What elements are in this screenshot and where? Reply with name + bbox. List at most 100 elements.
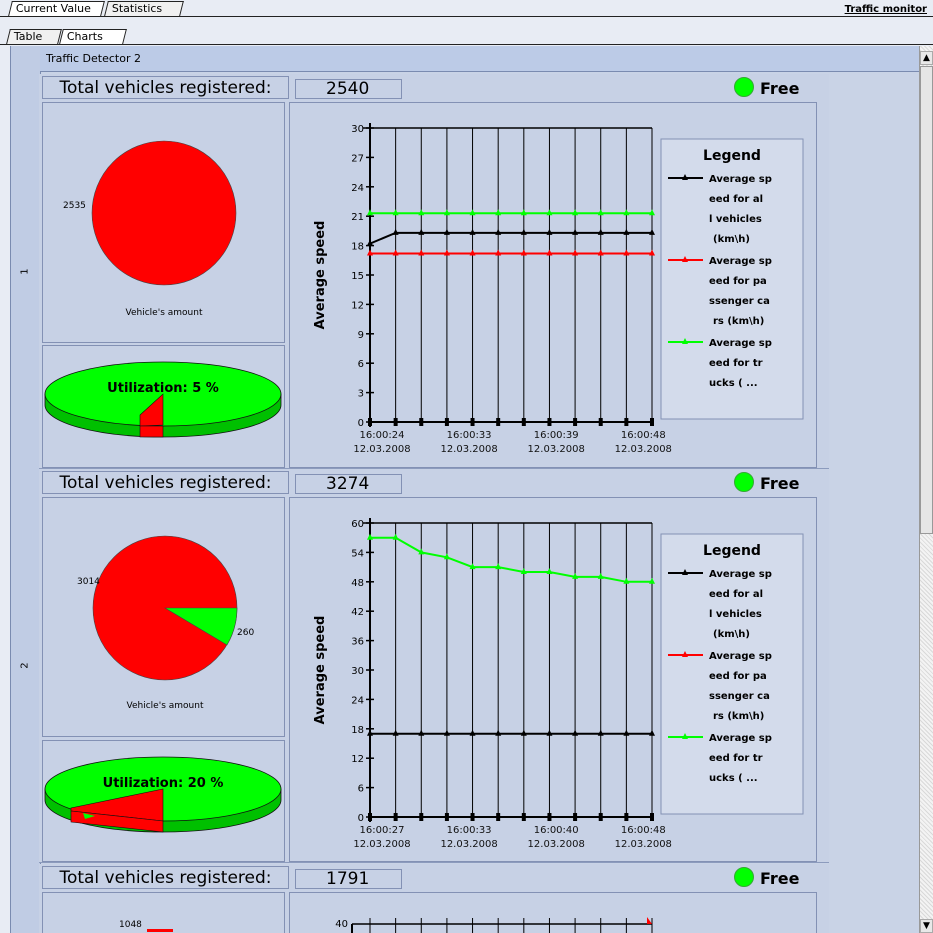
- legend-text: Average sp: [709, 338, 772, 349]
- x-tick-date: 12.03.2008: [353, 444, 410, 455]
- scroll-up-button[interactable]: ▲: [920, 51, 933, 65]
- legend-text: eed for tr: [709, 358, 763, 369]
- column-header: Traffic Detector 2: [40, 46, 920, 72]
- x-tick-date: 12.03.2008: [615, 444, 672, 455]
- legend-text: Average sp: [709, 651, 772, 662]
- y-tick-label: 12: [351, 300, 364, 311]
- status-indicator: Free: [734, 867, 800, 889]
- legend-title: Legend: [703, 148, 761, 164]
- detector-row: Total vehicles registered: 1791 Free 104…: [39, 864, 829, 933]
- status-text: Free: [760, 474, 800, 493]
- legend-text: Average sp: [709, 569, 772, 580]
- detector-row: Total vehicles registered: 2540 Free 253…: [39, 74, 829, 469]
- speed-line-chart: 302724211815129630Average speed16:00:241…: [313, 123, 804, 455]
- vertical-scrollbar[interactable]: ▲ ▼: [919, 46, 933, 933]
- sub-tab-strip: Table Charts: [0, 28, 933, 45]
- utilization-label: Utilization: 5 %: [107, 381, 219, 396]
- x-tick-time: 16:00:39: [534, 430, 579, 441]
- top-tab-strip: Current Value Statistics Traffic monitor: [0, 0, 933, 17]
- legend-text: rs (km\h): [713, 711, 764, 722]
- speed-chart-panel: 30 27 24 21 18 15 12 9 6 3 0 Average speed 16:00:24 1…: [289, 102, 817, 468]
- tab-label: Current Value: [15, 2, 91, 15]
- speed-chart-panel: 40: [289, 892, 817, 933]
- y-axis-label: Average speed: [313, 221, 328, 330]
- legend-text: eed for al: [709, 194, 763, 205]
- y-tick-label: 36: [351, 637, 364, 648]
- utilization-slice-side: [139, 425, 164, 438]
- legend-text: eed for pa: [709, 671, 767, 682]
- y-tick-label: 6: [358, 359, 364, 370]
- pie-caption: Vehicle's amount: [126, 308, 203, 318]
- y-tick-label: 24: [351, 695, 364, 706]
- x-tick-time: 16:00:48: [621, 430, 666, 441]
- tab-current-value[interactable]: Current Value: [8, 1, 105, 16]
- status-text: Free: [760, 869, 800, 888]
- vehicle-count-field: 2540: [295, 79, 402, 99]
- y-tick-label: 0: [358, 418, 364, 429]
- y-tick-label: 48: [351, 578, 364, 589]
- y-tick-label: 21: [351, 212, 364, 223]
- x-tick-date: 12.03.2008: [615, 839, 672, 850]
- y-tick-label: 9: [358, 330, 364, 341]
- speed-line-chart: 60544842363024181260Average speed16:00:2…: [313, 518, 804, 850]
- tab-label: Table: [13, 30, 43, 43]
- y-tick-label: 60: [351, 519, 364, 530]
- x-tick-date: 12.03.2008: [353, 839, 410, 850]
- vehicle-count-field: 1791: [295, 869, 402, 889]
- legend-text: l vehicles: [709, 609, 762, 620]
- series-line: [370, 536, 652, 583]
- vehicle-pie-chart: 1048: [119, 920, 173, 932]
- legend-text: eed for al: [709, 589, 763, 600]
- y-tick-label: 40: [335, 919, 348, 930]
- status-dot-icon: [734, 867, 754, 887]
- status-dot-icon: [734, 472, 754, 492]
- tab-charts[interactable]: Charts: [59, 29, 127, 44]
- y-tick-label: 6: [358, 784, 364, 795]
- legend-title: Legend: [703, 543, 761, 559]
- detector-row: Total vehicles registered: 3274 Free 301…: [39, 469, 829, 863]
- legend-text: eed for pa: [709, 276, 767, 287]
- series-line: [369, 231, 652, 245]
- app-window: Current Value Statistics Traffic monitor…: [0, 0, 933, 933]
- utilization-label: Utilization: 20 %: [103, 776, 224, 791]
- series-point: [495, 563, 502, 570]
- pie-caption: Vehicle's amount: [127, 701, 204, 711]
- speed-chart-panel: 60 54 48 42 36 30 24 18 12 6 0 Average speed 16:00:2…: [289, 497, 817, 862]
- scroll-thumb[interactable]: [920, 66, 933, 534]
- legend-text: Average sp: [709, 733, 772, 744]
- row-number: 1: [20, 268, 31, 275]
- series-marker: [647, 917, 652, 924]
- y-tick-label: 30: [351, 124, 364, 135]
- x-tick-date: 12.03.2008: [528, 444, 585, 455]
- utilization-pie: Utilization: 20 %: [44, 756, 282, 833]
- x-tick-time: 16:00:40: [534, 825, 579, 836]
- tab-statistics[interactable]: Statistics: [104, 1, 184, 16]
- legend-text: ssenger ca: [709, 296, 770, 307]
- x-tick-date: 12.03.2008: [528, 839, 585, 850]
- y-tick-label: 18: [351, 242, 364, 253]
- utilization-panel: Utilization: 5 %: [42, 345, 285, 468]
- y-tick-label: 54: [351, 548, 364, 559]
- scroll-down-button[interactable]: ▼: [920, 919, 933, 933]
- tab-label: Charts: [66, 30, 103, 43]
- legend-text: l vehicles: [709, 214, 762, 225]
- legend-text: Average sp: [709, 256, 772, 267]
- tab-table[interactable]: Table: [6, 29, 62, 44]
- total-vehicles-label: Total vehicles registered:: [42, 76, 289, 99]
- total-vehicles-label: Total vehicles registered:: [42, 471, 289, 494]
- y-tick-label: 27: [351, 153, 364, 164]
- vehicle-pie-panel: 3014 260 Vehicle's amount: [42, 497, 285, 737]
- traffic-monitor-link[interactable]: Traffic monitor: [845, 4, 927, 15]
- pie-slice-main: [147, 929, 173, 932]
- y-tick-label: 12: [351, 754, 364, 765]
- status-text: Free: [760, 79, 800, 98]
- pie-slice-main: [91, 140, 237, 286]
- x-tick-date: 12.03.2008: [440, 444, 497, 455]
- status-indicator: Free: [734, 472, 800, 494]
- x-tick-time: 16:00:33: [447, 430, 492, 441]
- x-tick-time: 16:00:24: [360, 430, 405, 441]
- x-tick-time: 16:00:27: [360, 825, 405, 836]
- legend-text: eed for tr: [709, 753, 763, 764]
- y-tick-label: 30: [351, 666, 364, 677]
- vehicle-count-field: 3274: [295, 474, 402, 494]
